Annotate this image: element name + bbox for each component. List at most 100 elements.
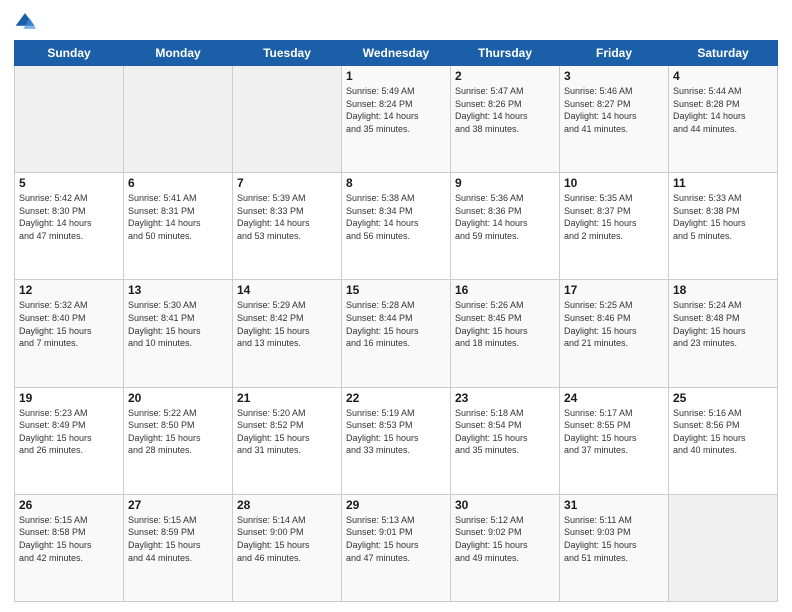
calendar-cell: 24 Sunrise: 5:17 AM Sunset: 8:55 PM Dayli…: [560, 387, 669, 494]
calendar-cell: 8 Sunrise: 5:38 AM Sunset: 8:34 PM Daylig…: [342, 173, 451, 280]
day-number: 31: [564, 498, 664, 512]
calendar-header: SundayMondayTuesdayWednesdayThursdayFrid…: [15, 41, 778, 66]
calendar-cell: 2 Sunrise: 5:47 AM Sunset: 8:26 PM Daylig…: [451, 66, 560, 173]
day-number: 5: [19, 176, 119, 190]
day-info: Sunrise: 5:16 AM Sunset: 8:56 PM Dayligh…: [673, 407, 773, 457]
calendar-cell: 15 Sunrise: 5:28 AM Sunset: 8:44 PM Dayli…: [342, 280, 451, 387]
day-info: Sunrise: 5:42 AM Sunset: 8:30 PM Dayligh…: [19, 192, 119, 242]
calendar-cell: 11 Sunrise: 5:33 AM Sunset: 8:38 PM Dayli…: [669, 173, 778, 280]
day-number: 7: [237, 176, 337, 190]
day-number: 15: [346, 283, 446, 297]
calendar-cell: 5 Sunrise: 5:42 AM Sunset: 8:30 PM Daylig…: [15, 173, 124, 280]
weekday-header-wednesday: Wednesday: [342, 41, 451, 66]
calendar-cell: 19 Sunrise: 5:23 AM Sunset: 8:49 PM Dayli…: [15, 387, 124, 494]
calendar-cell: 7 Sunrise: 5:39 AM Sunset: 8:33 PM Daylig…: [233, 173, 342, 280]
logo: [14, 10, 40, 32]
day-info: Sunrise: 5:15 AM Sunset: 8:58 PM Dayligh…: [19, 514, 119, 564]
calendar-cell: 6 Sunrise: 5:41 AM Sunset: 8:31 PM Daylig…: [124, 173, 233, 280]
calendar-cell: [669, 494, 778, 601]
calendar-cell: 12Sunrise: 5:32 AM Sunset: 8:40 PM Dayli…: [15, 280, 124, 387]
calendar-cell: 25 Sunrise: 5:16 AM Sunset: 8:56 PM Dayli…: [669, 387, 778, 494]
calendar-cell: 10 Sunrise: 5:35 AM Sunset: 8:37 PM Dayli…: [560, 173, 669, 280]
day-info: Sunrise: 5:15 AM Sunset: 8:59 PM Dayligh…: [128, 514, 228, 564]
day-info: Sunrise: 5:38 AM Sunset: 8:34 PM Dayligh…: [346, 192, 446, 242]
day-number: 17: [564, 283, 664, 297]
calendar-cell: 26 Sunrise: 5:15 AM Sunset: 8:58 PM Dayli…: [15, 494, 124, 601]
day-number: 11: [673, 176, 773, 190]
day-number: 3: [564, 69, 664, 83]
calendar-cell: 20 Sunrise: 5:22 AM Sunset: 8:50 PM Dayli…: [124, 387, 233, 494]
day-number: 12: [19, 283, 119, 297]
day-number: 30: [455, 498, 555, 512]
day-number: 29: [346, 498, 446, 512]
calendar-cell: [233, 66, 342, 173]
day-number: 19: [19, 391, 119, 405]
day-info: Sunrise: 5:24 AM Sunset: 8:48 PM Dayligh…: [673, 299, 773, 349]
weekday-header-friday: Friday: [560, 41, 669, 66]
day-info: Sunrise: 5:22 AM Sunset: 8:50 PM Dayligh…: [128, 407, 228, 457]
day-info: Sunrise: 5:29 AM Sunset: 8:42 PM Dayligh…: [237, 299, 337, 349]
day-number: 28: [237, 498, 337, 512]
weekday-header-sunday: Sunday: [15, 41, 124, 66]
page-header: [14, 10, 778, 32]
day-info: Sunrise: 5:35 AM Sunset: 8:37 PM Dayligh…: [564, 192, 664, 242]
day-number: 13: [128, 283, 228, 297]
day-number: 26: [19, 498, 119, 512]
calendar-cell: 3 Sunrise: 5:46 AM Sunset: 8:27 PM Daylig…: [560, 66, 669, 173]
day-info: Sunrise: 5:30 AM Sunset: 8:41 PM Dayligh…: [128, 299, 228, 349]
calendar-cell: 21 Sunrise: 5:20 AM Sunset: 8:52 PM Dayli…: [233, 387, 342, 494]
day-number: 6: [128, 176, 228, 190]
calendar-cell: [15, 66, 124, 173]
day-number: 16: [455, 283, 555, 297]
calendar-cell: 9Sunrise: 5:36 AM Sunset: 8:36 PM Daylig…: [451, 173, 560, 280]
day-number: 27: [128, 498, 228, 512]
day-number: 22: [346, 391, 446, 405]
calendar-cell: 28Sunrise: 5:14 AM Sunset: 9:00 PM Dayli…: [233, 494, 342, 601]
logo-icon: [14, 10, 36, 32]
day-info: Sunrise: 5:23 AM Sunset: 8:49 PM Dayligh…: [19, 407, 119, 457]
calendar-cell: 1 Sunrise: 5:49 AM Sunset: 8:24 PM Daylig…: [342, 66, 451, 173]
day-number: 21: [237, 391, 337, 405]
day-info: Sunrise: 5:17 AM Sunset: 8:55 PM Dayligh…: [564, 407, 664, 457]
day-number: 20: [128, 391, 228, 405]
calendar-cell: 27 Sunrise: 5:15 AM Sunset: 8:59 PM Dayli…: [124, 494, 233, 601]
calendar-table: SundayMondayTuesdayWednesdayThursdayFrid…: [14, 40, 778, 602]
day-number: 25: [673, 391, 773, 405]
day-info: Sunrise: 5:41 AM Sunset: 8:31 PM Dayligh…: [128, 192, 228, 242]
day-info: Sunrise: 5:36 AM Sunset: 8:36 PM Dayligh…: [455, 192, 555, 242]
weekday-header-monday: Monday: [124, 41, 233, 66]
day-info: Sunrise: 5:19 AM Sunset: 8:53 PM Dayligh…: [346, 407, 446, 457]
day-info: Sunrise: 5:46 AM Sunset: 8:27 PM Dayligh…: [564, 85, 664, 135]
calendar-cell: 17 Sunrise: 5:25 AM Sunset: 8:46 PM Dayli…: [560, 280, 669, 387]
calendar-cell: 29Sunrise: 5:13 AM Sunset: 9:01 PM Dayli…: [342, 494, 451, 601]
day-number: 24: [564, 391, 664, 405]
day-number: 14: [237, 283, 337, 297]
day-info: Sunrise: 5:39 AM Sunset: 8:33 PM Dayligh…: [237, 192, 337, 242]
calendar-cell: 13 Sunrise: 5:30 AM Sunset: 8:41 PM Dayli…: [124, 280, 233, 387]
calendar-cell: 4 Sunrise: 5:44 AM Sunset: 8:28 PM Daylig…: [669, 66, 778, 173]
day-info: Sunrise: 5:26 AM Sunset: 8:45 PM Dayligh…: [455, 299, 555, 349]
day-info: Sunrise: 5:20 AM Sunset: 8:52 PM Dayligh…: [237, 407, 337, 457]
calendar-cell: 23 Sunrise: 5:18 AM Sunset: 8:54 PM Dayli…: [451, 387, 560, 494]
day-info: Sunrise: 5:25 AM Sunset: 8:46 PM Dayligh…: [564, 299, 664, 349]
weekday-header-tuesday: Tuesday: [233, 41, 342, 66]
day-info: Sunrise: 5:33 AM Sunset: 8:38 PM Dayligh…: [673, 192, 773, 242]
weekday-header-thursday: Thursday: [451, 41, 560, 66]
day-number: 1: [346, 69, 446, 83]
day-info: Sunrise: 5:47 AM Sunset: 8:26 PM Dayligh…: [455, 85, 555, 135]
calendar-cell: 30 Sunrise: 5:12 AM Sunset: 9:02 PM Dayli…: [451, 494, 560, 601]
calendar-cell: 16 Sunrise: 5:26 AM Sunset: 8:45 PM Dayli…: [451, 280, 560, 387]
weekday-header-saturday: Saturday: [669, 41, 778, 66]
day-info: Sunrise: 5:28 AM Sunset: 8:44 PM Dayligh…: [346, 299, 446, 349]
day-number: 8: [346, 176, 446, 190]
day-number: 23: [455, 391, 555, 405]
day-number: 2: [455, 69, 555, 83]
day-info: Sunrise: 5:49 AM Sunset: 8:24 PM Dayligh…: [346, 85, 446, 135]
calendar-cell: 22 Sunrise: 5:19 AM Sunset: 8:53 PM Dayli…: [342, 387, 451, 494]
day-info: Sunrise: 5:12 AM Sunset: 9:02 PM Dayligh…: [455, 514, 555, 564]
day-info: Sunrise: 5:44 AM Sunset: 8:28 PM Dayligh…: [673, 85, 773, 135]
calendar-cell: [124, 66, 233, 173]
day-number: 10: [564, 176, 664, 190]
day-number: 4: [673, 69, 773, 83]
day-info: Sunrise: 5:18 AM Sunset: 8:54 PM Dayligh…: [455, 407, 555, 457]
